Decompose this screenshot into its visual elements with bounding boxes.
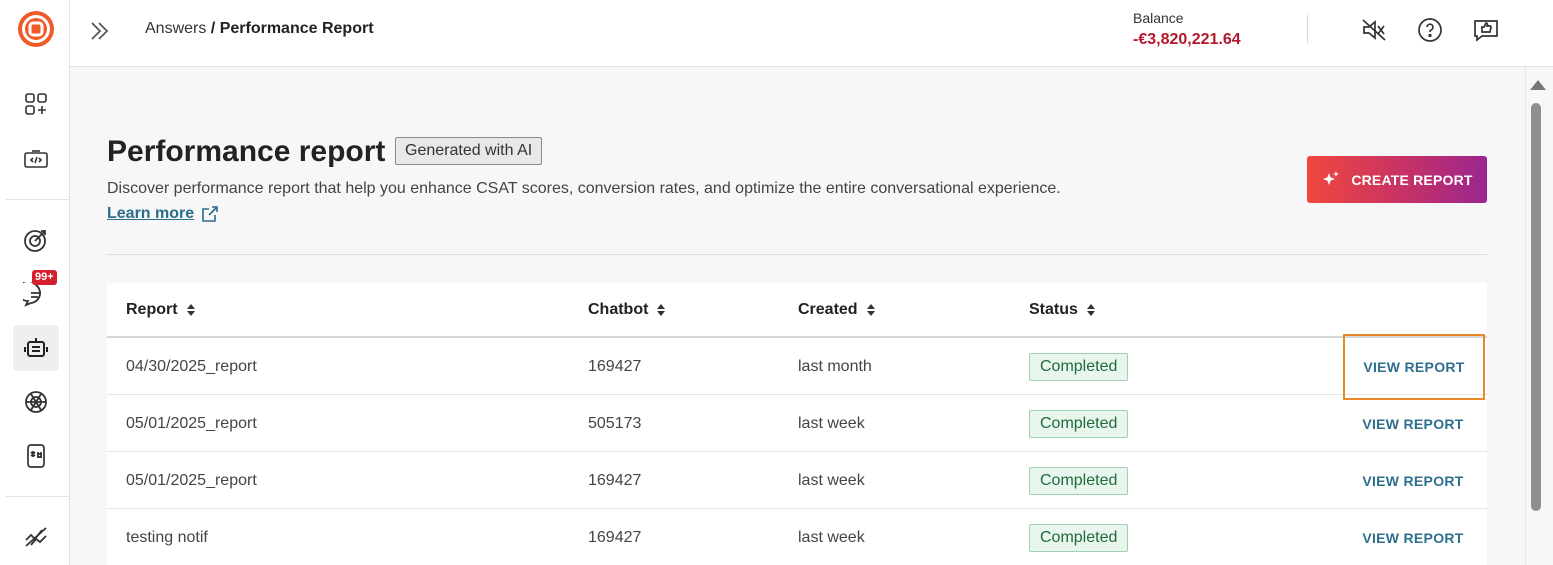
mute-icon[interactable] — [1360, 16, 1388, 44]
notification-badge: 99+ — [32, 270, 57, 285]
report-name: testing notif — [126, 529, 208, 546]
top-bar: Answers / Performance Report Balance -€3… — [70, 0, 1553, 67]
status-badge: Completed — [1029, 410, 1129, 438]
chatbot-id: 169427 — [588, 472, 642, 489]
openai-icon[interactable] — [13, 379, 59, 425]
flows-icon[interactable] — [13, 515, 59, 561]
status-badge: Completed — [1029, 467, 1129, 495]
report-name: 05/01/2025_report — [126, 415, 257, 432]
report-name: 04/30/2025_report — [126, 358, 257, 375]
view-report-button[interactable]: VIEW REPORT — [1344, 452, 1482, 509]
report-name: 05/01/2025_report — [126, 472, 257, 489]
view-report-button[interactable]: VIEW REPORT — [1344, 509, 1482, 565]
column-header-report[interactable]: Report — [126, 301, 196, 319]
created-date: last week — [798, 472, 865, 489]
column-header-created[interactable]: Created — [798, 301, 876, 319]
chatbot-id: 169427 — [588, 358, 642, 375]
table-row: 04/30/2025_report 169427 last month Comp… — [107, 334, 1487, 400]
table-header: Report Chatbot Created Status — [107, 283, 1487, 338]
expand-sidebar-icon[interactable] — [86, 18, 112, 44]
created-date: last week — [798, 529, 865, 546]
view-report-button[interactable]: VIEW REPORT — [1344, 395, 1482, 452]
created-date: last week — [798, 415, 865, 432]
table-row: testing notif 169427 last week Completed… — [107, 509, 1487, 565]
column-header-status[interactable]: Status — [1029, 301, 1096, 319]
topbar-divider — [1307, 15, 1308, 43]
sparkle-icon — [1323, 170, 1340, 185]
scroll-up-arrow-icon[interactable] — [1530, 80, 1546, 90]
page-title: Performance report — [107, 135, 386, 168]
view-report-button[interactable]: VIEW REPORT — [1343, 334, 1485, 400]
breadcrumb-separator: / — [206, 20, 220, 37]
breadcrumb: Answers / Performance Report — [145, 20, 374, 38]
scrollbar-thumb[interactable] — [1531, 103, 1541, 511]
reports-table: Report Chatbot Created Status 04/30/2025… — [107, 283, 1487, 565]
page-description: Discover performance report that help yo… — [107, 180, 1061, 197]
sort-icon — [1086, 304, 1095, 316]
main-content: Performance report Generated with AI Dis… — [70, 67, 1525, 565]
feedback-icon[interactable] — [1472, 16, 1500, 44]
created-date: last month — [798, 358, 872, 375]
create-report-label: CREATE REPORT — [1351, 171, 1473, 188]
vertical-scrollbar[interactable] — [1525, 67, 1553, 565]
shortcuts-icon[interactable] — [13, 433, 59, 479]
status-badge: Completed — [1029, 524, 1129, 552]
bot-icon[interactable] — [13, 325, 59, 371]
rail-divider-bottom — [6, 496, 69, 497]
target-icon[interactable] — [13, 217, 59, 263]
status-badge: Completed — [1029, 353, 1129, 381]
help-icon[interactable] — [1416, 16, 1444, 44]
ai-generated-tag: Generated with AI — [395, 137, 543, 165]
apps-icon[interactable] — [13, 81, 59, 127]
rail-divider — [6, 199, 69, 200]
column-header-label: Report — [126, 301, 178, 318]
brand-logo-icon[interactable] — [17, 10, 55, 48]
column-header-label: Chatbot — [588, 301, 649, 318]
code-icon[interactable] — [13, 136, 59, 182]
balance-label: Balance — [1133, 10, 1184, 26]
column-header-chatbot[interactable]: Chatbot — [588, 301, 666, 319]
column-header-label: Created — [798, 301, 858, 318]
sort-icon — [186, 304, 195, 316]
learn-more-link[interactable]: Learn more — [107, 205, 219, 223]
table-row: 05/01/2025_report 505173 last week Compl… — [107, 395, 1487, 452]
column-header-label: Status — [1029, 301, 1078, 318]
external-link-icon — [202, 206, 218, 222]
table-row: 05/01/2025_report 169427 last week Compl… — [107, 452, 1487, 509]
create-report-button[interactable]: CREATE REPORT — [1307, 156, 1487, 203]
sort-icon — [657, 304, 666, 316]
learn-more-label: Learn more — [107, 205, 195, 222]
chatbot-id: 505173 — [588, 415, 642, 432]
chatbot-id: 169427 — [588, 529, 642, 546]
balance-value: -€3,820,221.64 — [1133, 31, 1241, 48]
left-nav-rail: 99+ — [0, 0, 70, 565]
section-divider — [107, 254, 1487, 255]
breadcrumb-parent[interactable]: Answers — [145, 20, 206, 37]
breadcrumb-current: Performance Report — [219, 20, 374, 37]
sort-icon — [866, 304, 875, 316]
